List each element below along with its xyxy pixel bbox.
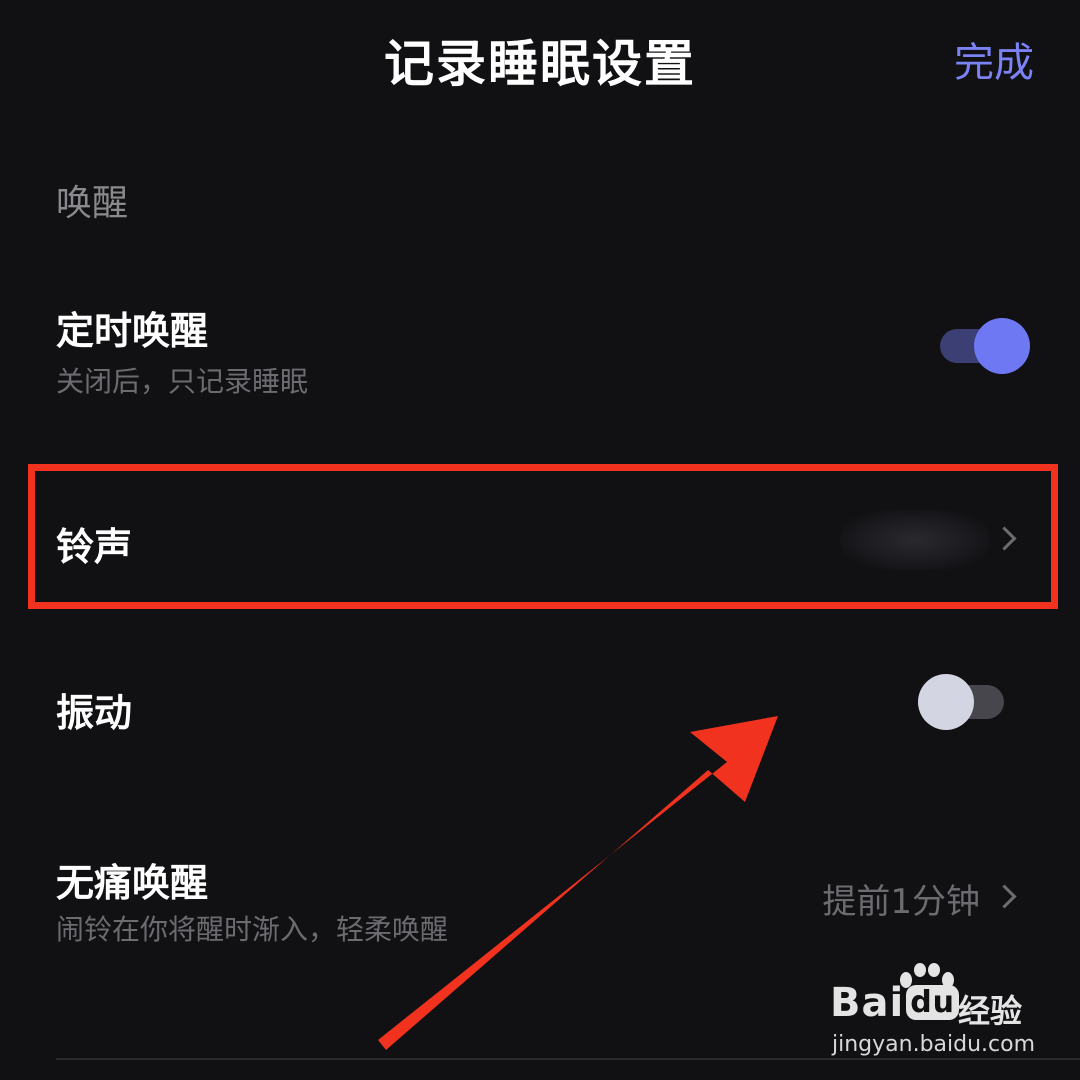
done-button[interactable]: 完成	[954, 30, 1034, 88]
sleep-record-settings-screen: 记录睡眠设置 完成 唤醒 定时唤醒 关闭后，只记录睡眠 铃声 振动 无痛唤醒 闹…	[0, 0, 1080, 1080]
watermark-brand-du: du	[906, 985, 960, 1020]
watermark-brand-left: Bai	[830, 980, 905, 1026]
scheduled-wake-toggle[interactable]	[940, 316, 1030, 376]
baidu-jingyan-watermark: Bai du 经验 jingyan.baidu.com	[830, 963, 1035, 1066]
chevron-right-icon	[992, 884, 1017, 909]
toggle-knob	[918, 674, 974, 730]
section-label-wake: 唤醒	[56, 183, 129, 224]
scheduled-wake-subtitle: 关闭后，只记录睡眠	[56, 365, 309, 398]
watermark-url: jingyan.baidu.com	[832, 1032, 1036, 1057]
gentle-wake-title: 无痛唤醒	[56, 861, 209, 905]
vibration-toggle[interactable]	[918, 672, 1008, 732]
watermark-brand: Bai du	[830, 980, 961, 1026]
annotation-highlight-box	[28, 464, 1058, 609]
scheduled-wake-title: 定时唤醒	[56, 309, 209, 353]
gentle-wake-subtitle: 闹铃在你将醒时渐入，轻柔唤醒	[56, 913, 449, 946]
watermark-name: 经验	[958, 992, 1023, 1030]
gentle-wake-value: 提前1分钟	[822, 882, 980, 922]
vibration-title: 振动	[56, 691, 133, 735]
page-title: 记录睡眠设置	[384, 35, 696, 93]
toggle-knob	[974, 318, 1030, 374]
